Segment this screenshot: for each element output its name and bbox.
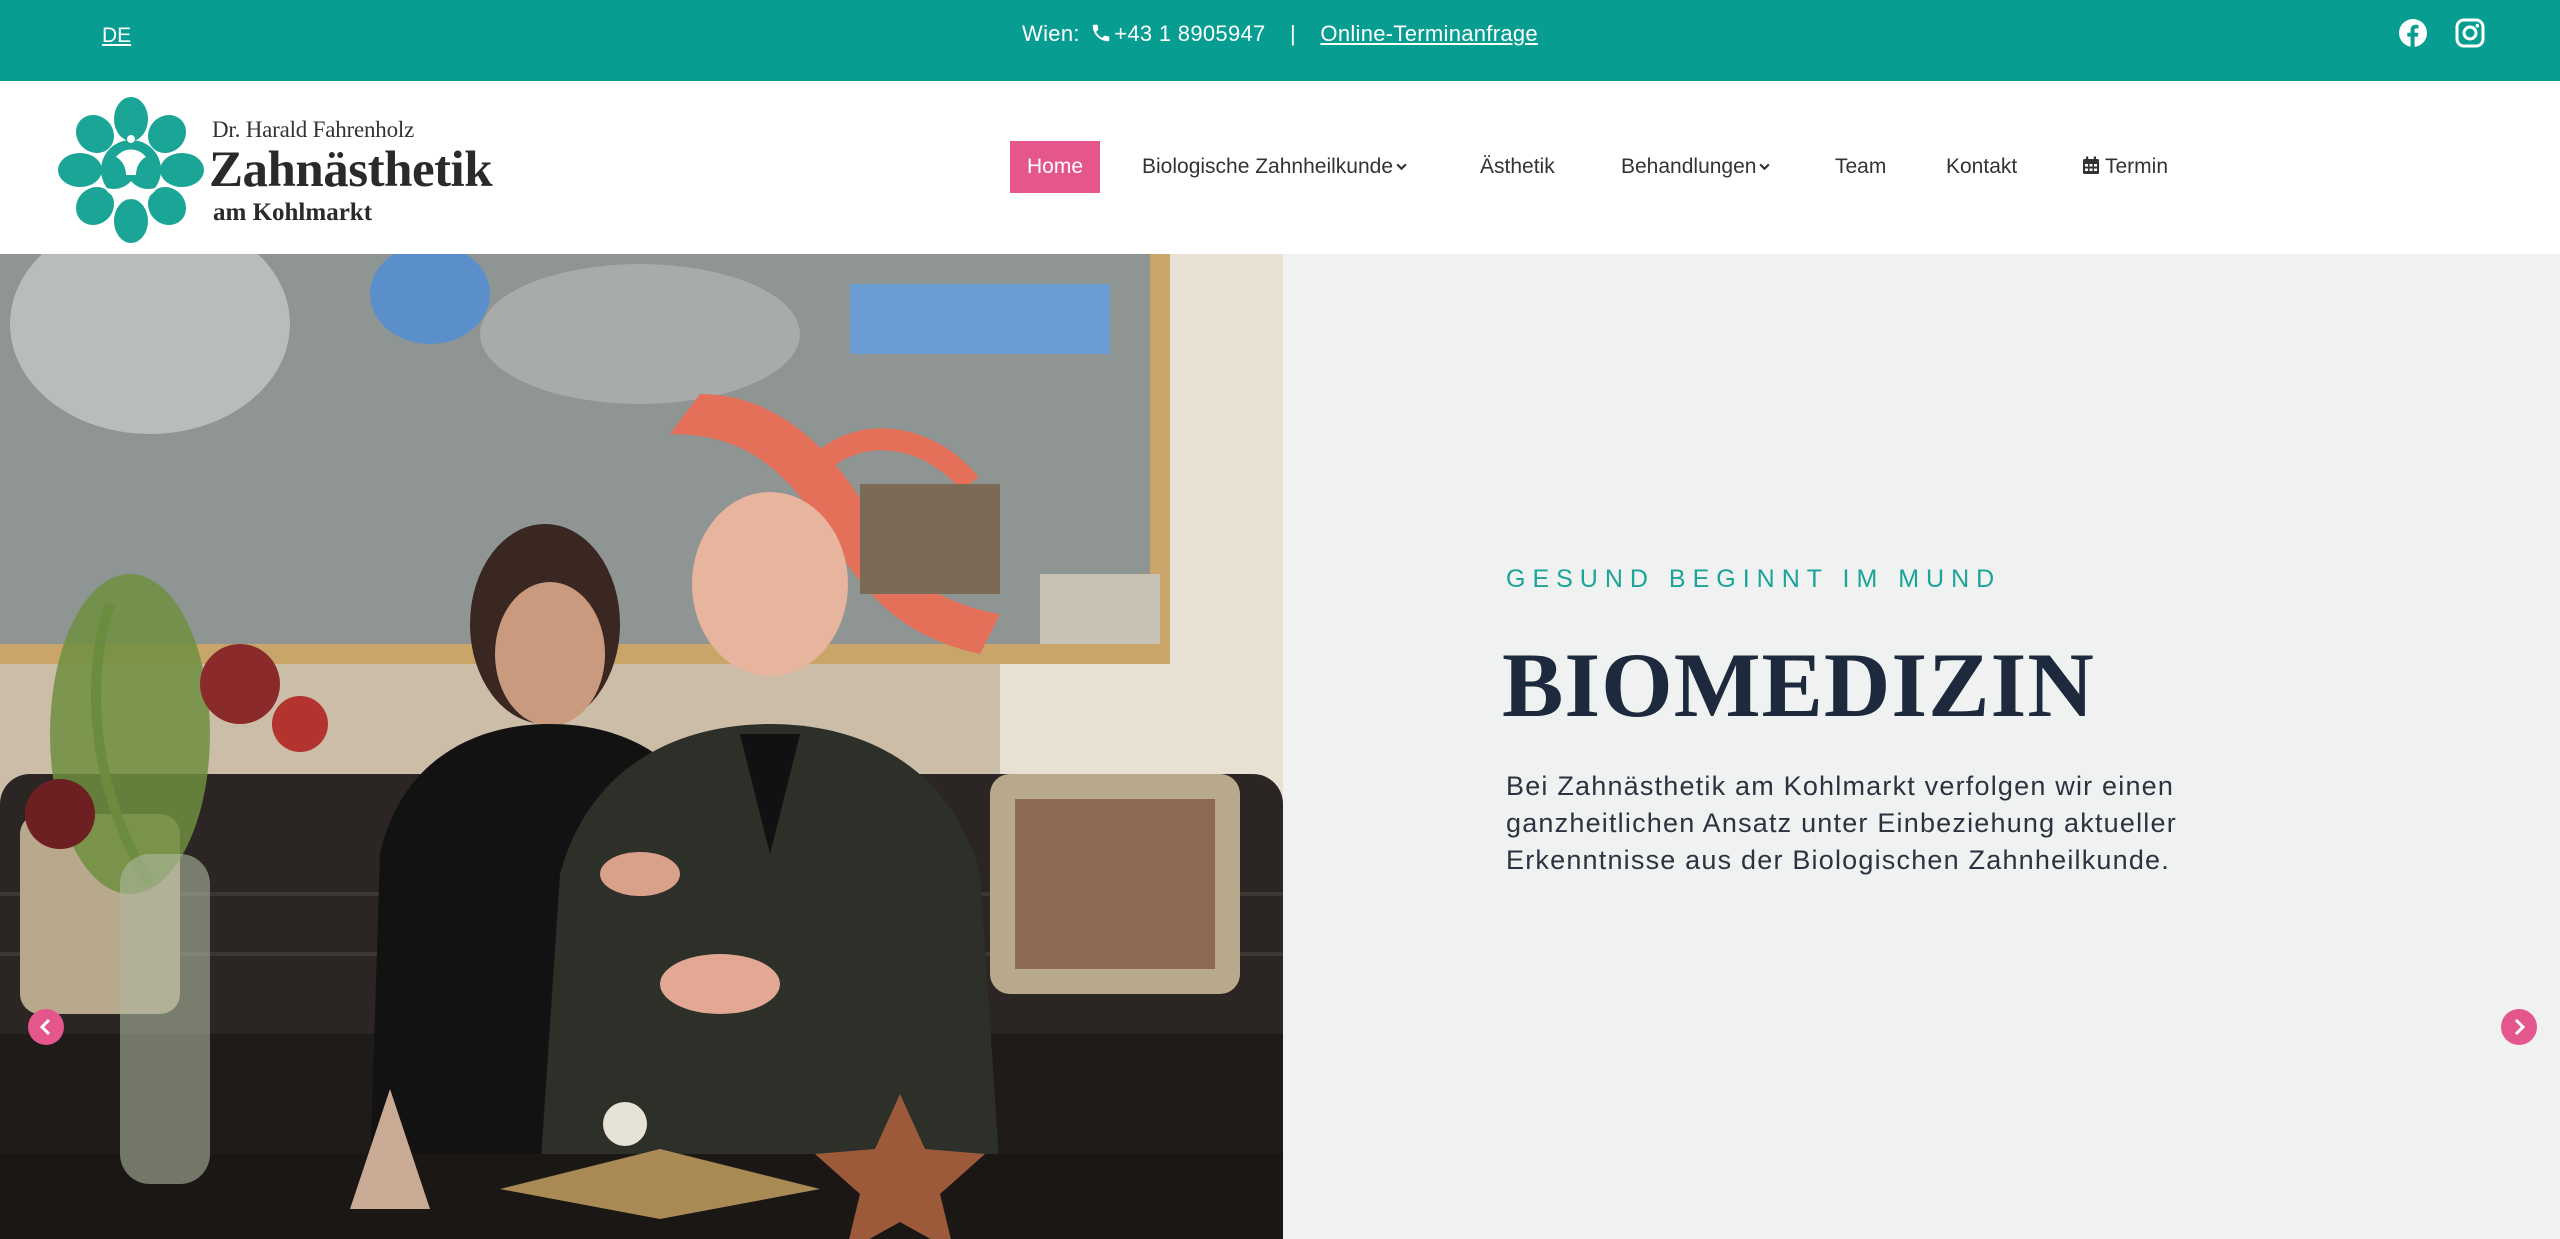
hero-photo (0, 254, 1283, 1239)
nav-bio-label: Biologische Zahnheilkunde (1142, 155, 1394, 178)
hero-eyebrow: GESUND BEGINNT IM MUND (1506, 565, 2002, 593)
instagram-icon[interactable] (2455, 18, 2485, 48)
slider-next-button[interactable] (2501, 1009, 2537, 1045)
slider-prev-button[interactable] (28, 1009, 64, 1045)
logo-brand-name: Zahnästhetik (209, 142, 493, 198)
hero-slider: GESUND BEGINNT IM MUND BIOMEDIZIN Bei Za… (0, 254, 2560, 1239)
nav-termin-label: Termin (2105, 155, 2169, 178)
nav-kontakt[interactable]: Kontakt (1946, 141, 2017, 193)
nav-biologische-zahnheilkunde[interactable]: Biologische Zahnheilkunde (1142, 141, 1408, 193)
site-logo[interactable]: Dr. Harald Fahrenholz Zahnästhetik am Ko… (56, 95, 506, 245)
chevron-left-icon (39, 1018, 51, 1036)
contact-info: Wien: +43 1 8905947 | Online-Terminanfra… (0, 21, 2560, 47)
nav-behandlungen-label: Behandlungen (1621, 155, 1757, 178)
phone-icon (1092, 24, 1110, 42)
nav-aesthetik[interactable]: Ästhetik (1480, 141, 1555, 193)
chevron-down-icon (1759, 163, 1771, 171)
chevron-down-icon (1396, 163, 1407, 171)
nav-home[interactable]: Home (1010, 141, 1101, 193)
top-bar: DE Wien: +43 1 8905947 | Online-Terminan… (0, 0, 2560, 81)
site-header: Dr. Harald Fahrenholz Zahnästhetik am Ko… (0, 81, 2560, 254)
nav-termin[interactable]: Termin (2082, 141, 2168, 193)
logo-location: am Kohlmarkt (213, 199, 373, 226)
separator: | (1289, 21, 1296, 46)
hero-text: Bei Zahnästhetik am Kohlmarkt verfolgen … (1506, 771, 2177, 875)
calendar-icon (2083, 156, 2099, 174)
hero-title: BIOMEDIZIN (1502, 634, 2095, 736)
doctors-portrait-image (0, 254, 1283, 1239)
city-label: Wien: (1022, 21, 1080, 46)
nav-team[interactable]: Team (1835, 141, 1886, 193)
facebook-icon[interactable] (2398, 18, 2428, 48)
nav-behandlungen[interactable]: Behandlungen (1621, 141, 1771, 193)
flower-logo-icon (58, 97, 204, 243)
online-appointment-link[interactable]: Online-Terminanfrage (1320, 21, 1538, 46)
chevron-right-icon (2514, 1018, 2526, 1036)
logo-doctor-name: Dr. Harald Fahrenholz (212, 117, 415, 142)
phone-number[interactable]: +43 1 8905947 (1114, 21, 1265, 46)
